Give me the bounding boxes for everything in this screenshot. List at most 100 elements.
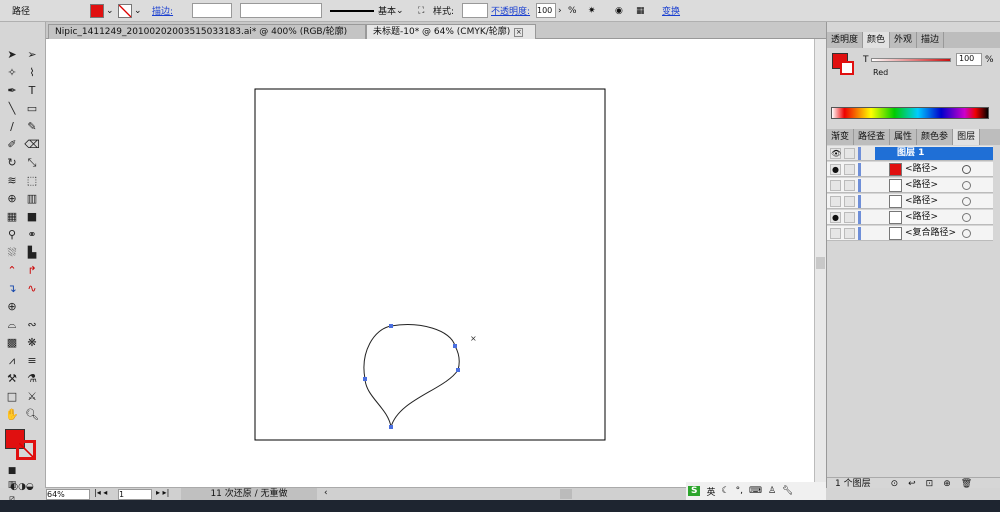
rotate-tool-icon[interactable]: ↻ <box>4 156 20 170</box>
layer-name[interactable]: 图层 1 <box>875 147 993 160</box>
target-icon[interactable] <box>962 181 971 190</box>
distribute-icon[interactable]: ≡ <box>24 354 40 368</box>
perspective-grid-icon[interactable]: ▥ <box>24 192 40 206</box>
direct-selection-tool-icon[interactable]: ➢ <box>24 48 40 62</box>
lock-toggle[interactable] <box>844 196 855 207</box>
recolor-icon[interactable]: ✷ <box>588 3 596 18</box>
canvas[interactable]: × <box>46 39 814 487</box>
live-paint-icon[interactable]: ⚒ <box>4 372 20 386</box>
layer-action-icons[interactable]: ⊙↩⊡⊕🗑︎ <box>891 479 983 489</box>
eye-icon[interactable] <box>830 180 841 191</box>
pencil-icon[interactable]: ✎ <box>24 120 40 134</box>
layer-item[interactable]: ● <路径> <box>827 210 993 225</box>
stroke-swatch[interactable] <box>118 3 132 18</box>
stroke-weight-select[interactable] <box>192 3 232 18</box>
isolate-icon[interactable]: ◉ <box>615 3 623 18</box>
layer-item[interactable]: <复合路径> <box>827 226 993 241</box>
layer-item[interactable]: <路径> <box>827 178 993 193</box>
transform-link[interactable]: 变换 <box>662 3 680 18</box>
stroke-swatch[interactable] <box>840 61 854 75</box>
layer-item[interactable]: ● <路径> <box>827 162 993 177</box>
target-icon[interactable]: ⊕ <box>4 300 20 314</box>
keyboard-icon[interactable]: ⌨ <box>749 486 762 496</box>
anchor-point[interactable] <box>389 425 393 429</box>
ime-toolbar[interactable]: S 英 ☾ °, ⌨ ♙ 🔧︎ <box>686 482 826 500</box>
target-icon[interactable] <box>962 165 971 174</box>
symbol-sprayer-icon[interactable]: ⛆ <box>4 246 20 260</box>
brush-label[interactable]: 基本 <box>378 4 396 17</box>
zoom-select[interactable]: 64% <box>46 489 90 500</box>
column-graph-icon[interactable]: ▙ <box>24 246 40 260</box>
opacity-input[interactable]: 100 <box>536 3 556 18</box>
zigzag-icon[interactable]: ⩘ <box>4 354 20 368</box>
target-icon[interactable] <box>962 197 971 206</box>
eye-icon[interactable]: ● <box>830 164 841 175</box>
vertical-scrollbar[interactable] <box>814 39 826 487</box>
color-mode-icons[interactable]: ■ ▥ ⧄ <box>4 464 20 504</box>
pen-tool-icon[interactable]: ✒ <box>4 84 20 98</box>
lock-toggle[interactable] <box>844 180 855 191</box>
artboard-tool-icon[interactable]: □ <box>4 390 20 404</box>
anchor-point[interactable] <box>456 368 460 372</box>
slice-icon[interactable]: ▩ <box>4 336 20 350</box>
paintbrush-icon[interactable]: ∕ <box>4 120 20 134</box>
anchor-point[interactable] <box>453 344 457 348</box>
eye-icon[interactable] <box>830 228 841 239</box>
lock-toggle[interactable] <box>844 212 855 223</box>
zoom-tool-icon[interactable]: 🔍︎ <box>24 408 40 422</box>
envelope-icon[interactable]: ⌓ <box>4 318 20 332</box>
line-tool-icon[interactable]: ╲ <box>4 102 20 116</box>
tab-stroke[interactable]: 描边 <box>917 32 945 48</box>
blend-tool-icon[interactable]: ⚭ <box>24 228 40 242</box>
gradient-tool-icon[interactable]: ■ <box>24 210 40 224</box>
tint-input[interactable]: 100 <box>956 53 982 66</box>
selection-tool-icon[interactable]: ➤ <box>4 48 20 62</box>
layer-row[interactable]: 👁︎ 图层 1 <box>827 146 993 161</box>
curve-icon[interactable]: ↱ <box>24 264 40 278</box>
tab-color[interactable]: 颜色 <box>863 32 891 48</box>
eye-icon[interactable] <box>830 196 841 207</box>
join-icon[interactable]: ↴ <box>4 282 20 296</box>
eye-icon[interactable]: ● <box>830 212 841 223</box>
screen-mode-icons[interactable]: ◐◑◒ <box>4 480 40 494</box>
moon-icon[interactable]: ☾ <box>722 486 730 496</box>
free-transform-icon[interactable]: ⬚ <box>24 174 40 188</box>
tab-document-2[interactable]: 未标题-10* @ 64% (CMYK/轮廓) × <box>366 24 536 39</box>
scale-tool-icon[interactable]: ⤡ <box>24 156 40 170</box>
tint-slider[interactable] <box>871 58 951 62</box>
align-icon[interactable]: ⛶ <box>418 3 424 18</box>
brush-stroke-preview[interactable] <box>330 9 374 12</box>
wave-icon[interactable]: ∾ <box>24 318 40 332</box>
ime-lang[interactable]: 英 <box>706 485 715 498</box>
tab-appearance[interactable]: 外观 <box>890 32 918 48</box>
anchor-point[interactable] <box>389 324 393 328</box>
variable-width-select[interactable] <box>240 3 322 18</box>
hscroll-thumb[interactable] <box>560 489 572 499</box>
lock-toggle[interactable] <box>844 164 855 175</box>
stroke-link[interactable]: 描边: <box>152 3 173 18</box>
scroll-thumb[interactable] <box>816 257 825 269</box>
align-grid-icon[interactable]: ▦ <box>636 3 645 18</box>
wrench-icon[interactable]: 🔧︎ <box>782 486 793 496</box>
page-nav-prev[interactable]: |◂ ◂ <box>94 488 107 497</box>
chevron-down-icon[interactable]: ⌄ <box>134 6 142 16</box>
anchor-convert-icon[interactable]: ⌃ <box>4 264 20 278</box>
color-spectrum[interactable] <box>831 107 989 119</box>
chevron-down-icon[interactable]: ⌄ <box>106 6 114 16</box>
tab-color-guide[interactable]: 颜色参 <box>917 129 954 145</box>
stroke-color-box[interactable] <box>16 440 36 460</box>
page-select[interactable]: 1 <box>118 489 152 500</box>
opacity-link[interactable]: 不透明度: <box>491 3 530 18</box>
tab-document-1[interactable]: Nipic_1411249_20100202003515033183.ai* @… <box>48 24 366 51</box>
lock-toggle[interactable] <box>844 228 855 239</box>
lasso-icon[interactable]: ⌇ <box>24 66 40 80</box>
slice-tool-icon[interactable]: ⚔ <box>24 390 40 404</box>
crystallize-icon[interactable]: ❋ <box>24 336 40 350</box>
rectangle-tool-icon[interactable]: ▭ <box>24 102 40 116</box>
tab-pathfinder[interactable]: 路径查 <box>854 129 891 145</box>
paint-bucket-icon[interactable]: ⚗ <box>24 372 40 386</box>
fill-swatch[interactable] <box>90 3 104 18</box>
skin-icon[interactable]: ♙ <box>768 486 776 496</box>
smooth-icon[interactable]: ∿ <box>24 282 40 296</box>
eye-icon[interactable]: 👁︎ <box>830 148 841 159</box>
